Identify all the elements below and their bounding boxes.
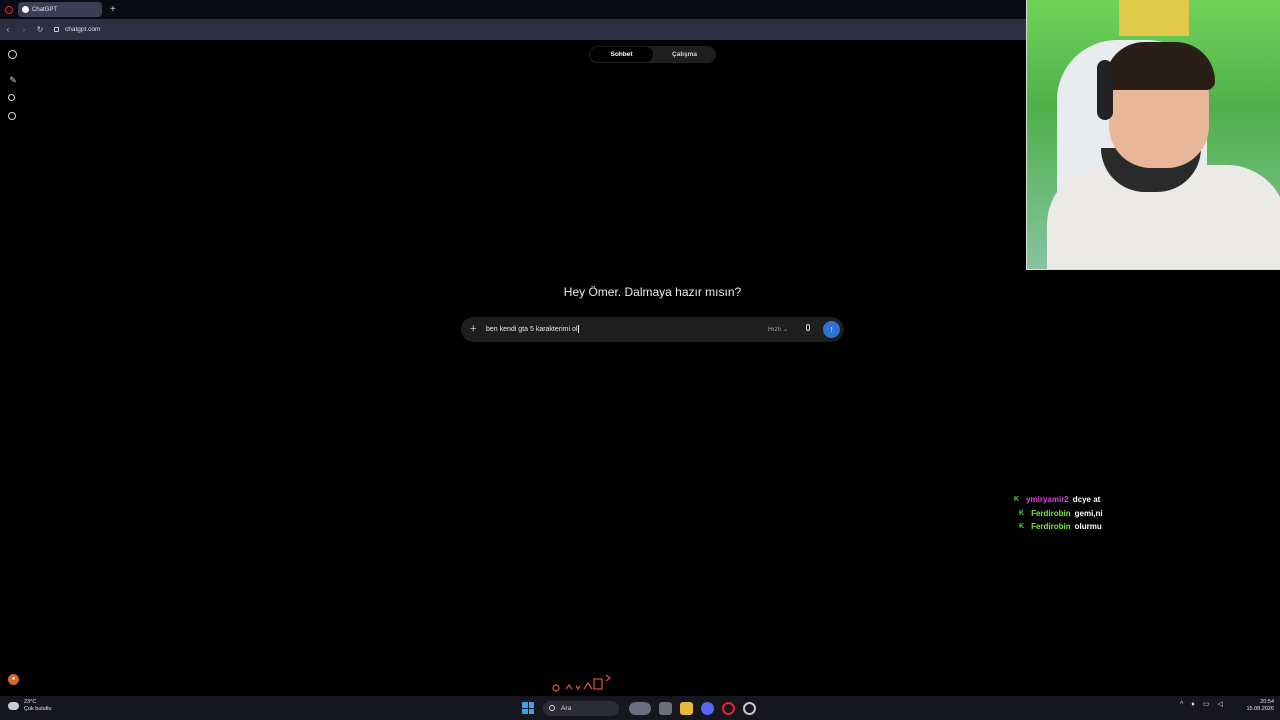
prompt-composer[interactable]: + ben kendi gta 5 karakterimi ol Hızlı ⌄… bbox=[461, 317, 844, 342]
taskbar: 23°C Çok bulutlu Ara ^ ♦ ▭ ◁ 20:54 15.08… bbox=[0, 696, 1280, 720]
sidebar-rail: ✎ bbox=[0, 40, 26, 696]
clock[interactable]: 20:54 15.08.2026 bbox=[1240, 699, 1274, 713]
reload-icon[interactable]: ↻ bbox=[32, 25, 48, 34]
send-button[interactable]: ↑ bbox=[823, 321, 840, 338]
taskbar-search[interactable]: Ara bbox=[543, 700, 619, 716]
taskbar-center: Ara bbox=[522, 699, 760, 717]
chat-username: ymiryamir2 bbox=[1026, 495, 1069, 505]
chatgpt-favicon-icon bbox=[22, 6, 29, 13]
task-view-icon[interactable] bbox=[659, 701, 672, 715]
chat-badge-icon: K bbox=[1014, 496, 1020, 504]
mode-toggle: Sohbet Çalışma bbox=[589, 46, 716, 63]
cloud-icon bbox=[8, 702, 19, 710]
clock-time: 20:54 bbox=[1260, 699, 1274, 705]
discord-icon[interactable] bbox=[701, 701, 714, 715]
volume-icon[interactable]: ◁ bbox=[1218, 700, 1223, 708]
search-icon[interactable] bbox=[8, 94, 18, 104]
model-select[interactable]: Hızlı ⌄ bbox=[768, 325, 788, 333]
tab-work[interactable]: Çalışma bbox=[653, 47, 716, 62]
tab-chat[interactable]: Sohbet bbox=[590, 47, 653, 62]
address-bar: ‹ › ↻ chatgpt.com bbox=[0, 19, 1026, 40]
widgets-icon[interactable] bbox=[629, 701, 651, 715]
stream-doodle-icon bbox=[552, 674, 611, 692]
chat-message: K Ferdirobin gemi,ni bbox=[1014, 507, 1154, 521]
search-icon bbox=[549, 705, 555, 711]
text-caret bbox=[578, 325, 580, 333]
arrow-up-icon: ↑ bbox=[829, 324, 834, 334]
file-explorer-icon[interactable] bbox=[680, 701, 693, 715]
opera-icon[interactable] bbox=[722, 701, 735, 715]
microphone-icon[interactable] bbox=[806, 324, 810, 331]
tab-chatgpt[interactable]: ChatGPT bbox=[18, 2, 102, 17]
page-title: Hey Ömer. Dalmaya hazır mısın? bbox=[563, 285, 742, 299]
new-chat-icon[interactable]: ✎ bbox=[8, 75, 18, 85]
forward-arrow-icon[interactable]: › bbox=[16, 25, 32, 34]
weather-temp: 23°C bbox=[24, 699, 37, 705]
weather-text: 23°C Çok bulutlu bbox=[24, 699, 52, 713]
prompt-input[interactable]: ben kendi gta 5 karakterimi ol bbox=[486, 325, 580, 333]
weather-desc: Çok bulutlu bbox=[24, 706, 52, 712]
new-tab-button[interactable]: + bbox=[110, 4, 116, 15]
chat-text: dcye at bbox=[1072, 495, 1101, 505]
weather-widget[interactable]: 23°C Çok bulutlu bbox=[8, 699, 52, 713]
clock-date: 15.08.2026 bbox=[1246, 706, 1274, 712]
chevron-down-icon: ⌄ bbox=[782, 326, 789, 333]
lock-icon bbox=[54, 27, 59, 32]
tab-title: ChatGPT bbox=[32, 6, 58, 13]
add-attachment-button[interactable]: + bbox=[470, 322, 476, 336]
chat-message: K ymiryamir2 dcye at bbox=[1014, 493, 1154, 507]
chat-badge-icon: K bbox=[1019, 523, 1025, 531]
chatgpt-logo-icon[interactable] bbox=[8, 50, 18, 60]
chat-text: olurmu bbox=[1074, 522, 1102, 532]
chat-message: K Ferdirobin olurmu bbox=[1014, 520, 1154, 534]
obs-icon[interactable] bbox=[743, 701, 756, 715]
opera-logo-icon[interactable] bbox=[5, 5, 13, 14]
model-label: Hızlı bbox=[768, 326, 781, 333]
prompt-value: ben kendi gta 5 karakterimi ol bbox=[486, 325, 578, 333]
url-field[interactable]: chatgpt.com bbox=[65, 26, 100, 33]
webcam-overlay bbox=[1026, 0, 1280, 270]
avatar[interactable]: ● bbox=[8, 674, 19, 685]
stream-decoration-graphic bbox=[550, 671, 616, 695]
stream-chat-overlay: K ymiryamir2 dcye at K Ferdirobin gemi,n… bbox=[1014, 493, 1154, 534]
system-tray: ^ ♦ ▭ ◁ bbox=[1180, 700, 1231, 709]
chat-username: Ferdirobin bbox=[1031, 522, 1071, 532]
microphone-tray-icon[interactable]: ♦ bbox=[1191, 701, 1195, 708]
screen: ChatGPT + ‹ › ↻ chatgpt.com ✎ ● Sohbet Ç… bbox=[0, 0, 1280, 720]
webcam-headset bbox=[1097, 60, 1113, 120]
chat-username: Ferdirobin bbox=[1031, 508, 1071, 518]
webcam-person-hair bbox=[1105, 42, 1215, 90]
back-arrow-icon[interactable]: ‹ bbox=[0, 25, 16, 34]
chevron-up-icon[interactable]: ^ bbox=[1180, 701, 1183, 708]
webcam-background-poster bbox=[1119, 0, 1189, 36]
chat-text: gemi,ni bbox=[1074, 508, 1103, 518]
windows-start-icon[interactable] bbox=[522, 702, 534, 714]
library-icon[interactable] bbox=[8, 112, 18, 122]
taskbar-search-label: Ara bbox=[561, 704, 572, 712]
chat-badge-icon: K bbox=[1019, 509, 1025, 517]
network-icon[interactable]: ▭ bbox=[1203, 700, 1210, 708]
